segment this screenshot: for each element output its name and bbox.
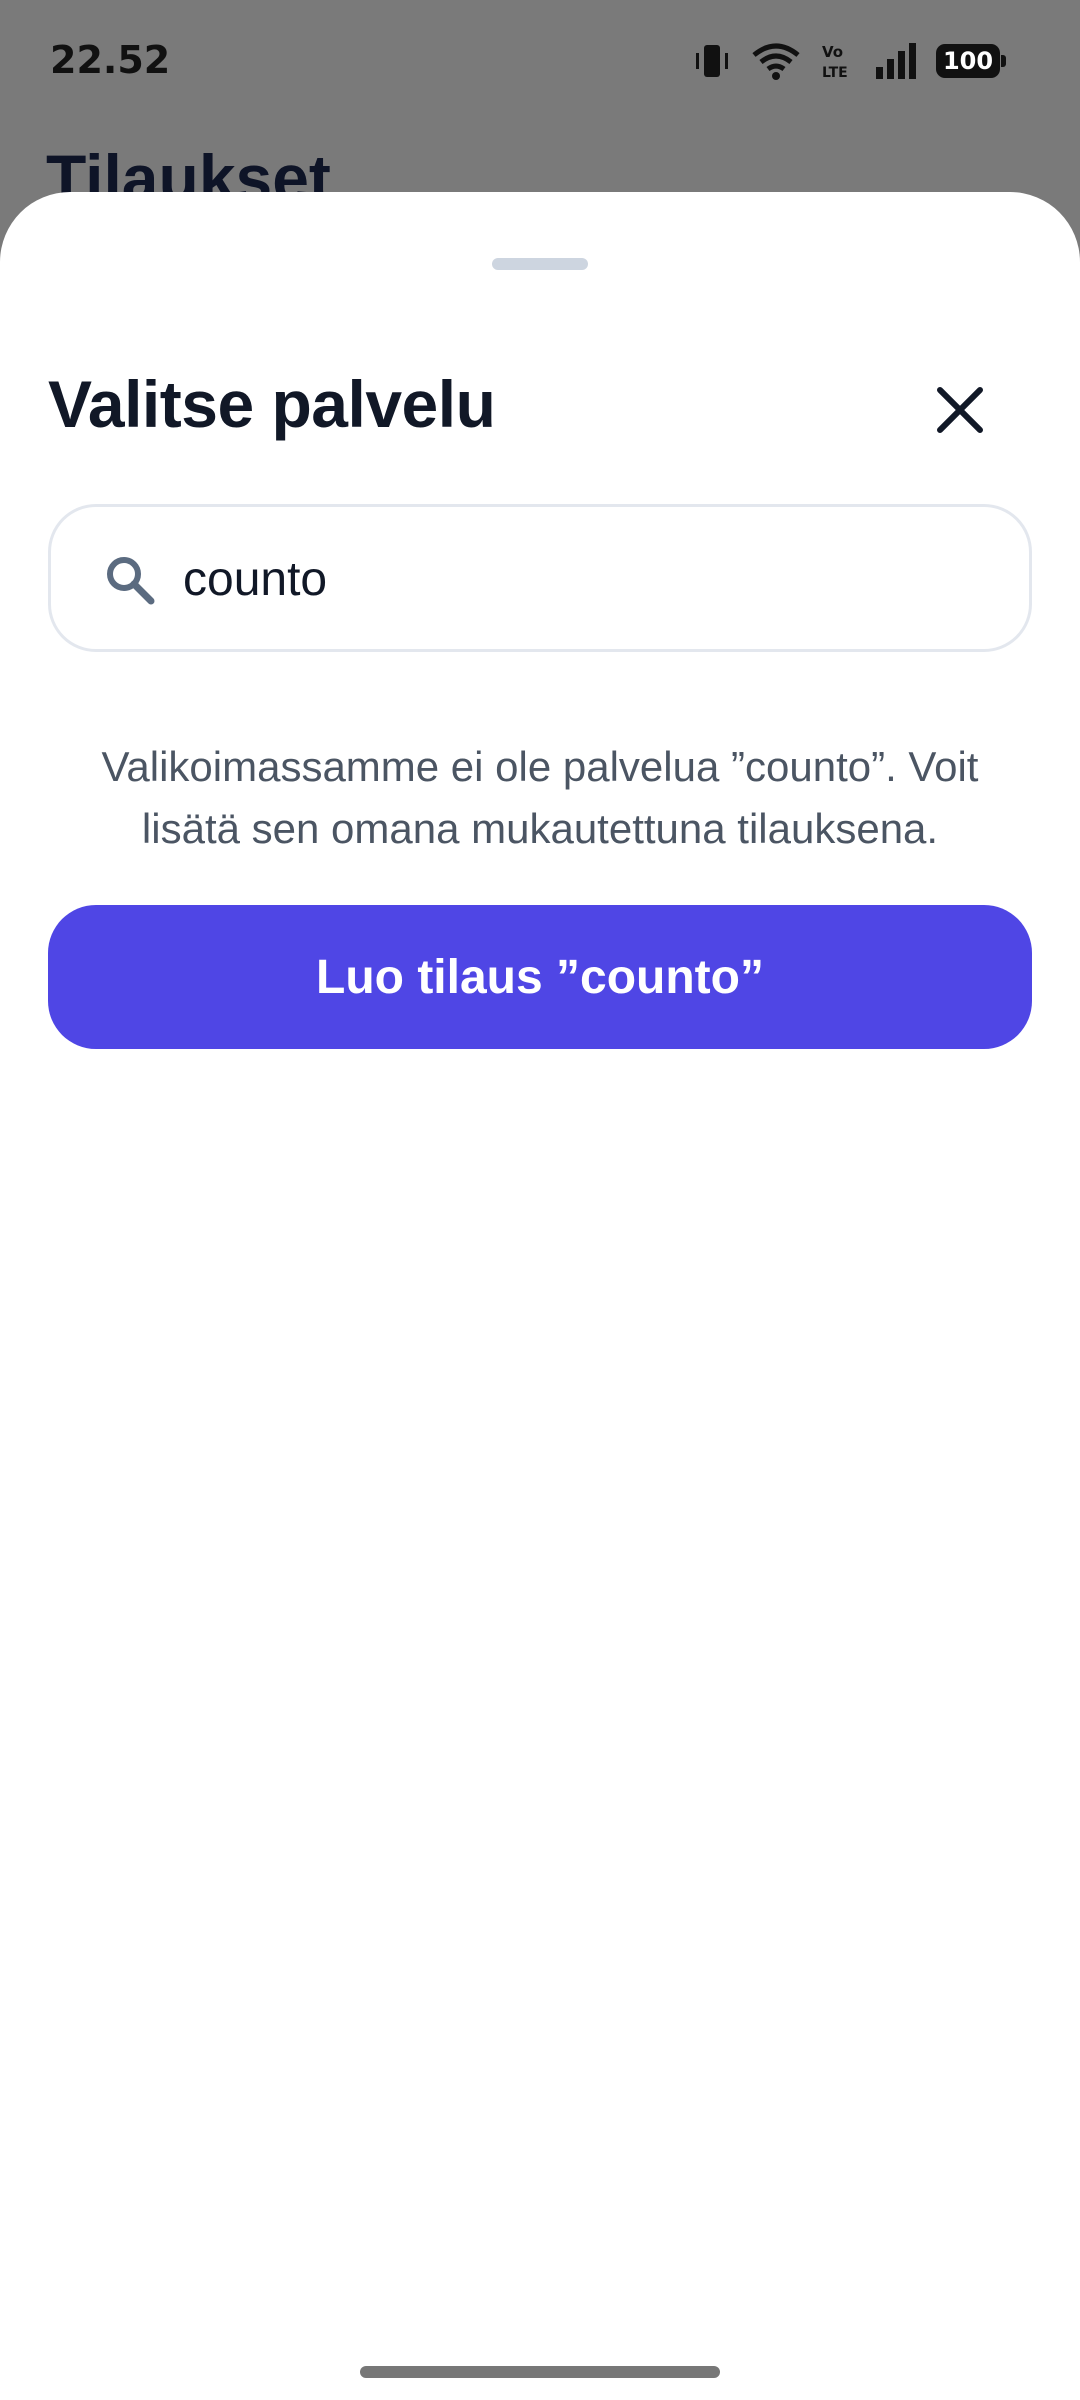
- close-icon: [937, 387, 983, 433]
- search-input[interactable]: [183, 537, 983, 621]
- volte-icon: Vo LTE: [820, 41, 856, 81]
- search-field[interactable]: [48, 504, 1032, 652]
- wifi-icon: [750, 41, 802, 81]
- status-icons: Vo LTE 100: [692, 36, 1006, 86]
- sheet-drag-handle[interactable]: [492, 258, 588, 270]
- service-picker-sheet: Valitse palvelu Valikoimassamme ei ole p…: [0, 192, 1080, 2400]
- close-button[interactable]: [920, 370, 1000, 450]
- battery-icon: 100: [936, 44, 1006, 78]
- status-time: 22.52: [50, 38, 171, 82]
- home-indicator[interactable]: [360, 2366, 720, 2378]
- vibrate-icon: [692, 41, 732, 81]
- sheet-title: Valitse palvelu: [48, 367, 496, 441]
- status-bar: 22.52 Vo LTE 100: [0, 0, 1080, 125]
- battery-level: 100: [942, 47, 994, 75]
- signal-icon: [874, 41, 918, 81]
- no-results-message: Valikoimassamme ei ole palvelua ”counto”…: [101, 743, 979, 852]
- create-custom-subscription-button[interactable]: Luo tilaus ”counto”: [48, 905, 1032, 1049]
- svg-text:LTE: LTE: [822, 65, 848, 81]
- svg-text:Vo: Vo: [822, 43, 843, 61]
- search-icon: [107, 557, 155, 605]
